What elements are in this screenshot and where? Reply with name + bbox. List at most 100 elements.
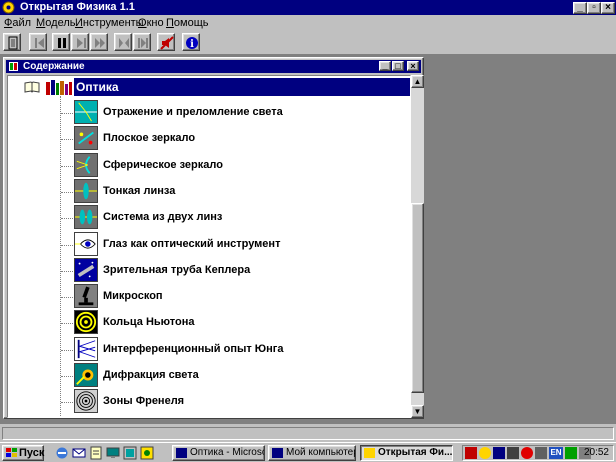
contents-title: Содержание <box>23 61 85 72</box>
restore-button[interactable]: ▫ <box>587 2 601 14</box>
tree-item-label: Интерференционный опыт Юнга <box>103 342 284 355</box>
app-icon[interactable] <box>2 1 15 14</box>
tree-root-label[interactable]: Оптика <box>74 78 410 96</box>
tree-branch-line <box>61 376 73 377</box>
pause-button[interactable] <box>52 33 70 51</box>
quick-launch-app-icon[interactable] <box>140 446 154 460</box>
outlook-express-icon[interactable] <box>72 446 86 460</box>
scroll-down-arrow-icon[interactable]: ▼ <box>411 405 424 418</box>
tree-item[interactable]: Зрительная труба Кеплера <box>8 257 410 284</box>
scroll-up-arrow-icon[interactable]: ▲ <box>411 75 424 88</box>
contents-scrollbar[interactable]: ▲ ▼ <box>411 75 424 418</box>
contents-window: Содержание _ □ × Оптика Отражение и прел… <box>3 57 424 419</box>
tree-branch-line <box>61 113 73 114</box>
notepad-icon[interactable] <box>89 446 103 460</box>
back-button[interactable] <box>29 33 47 51</box>
clock[interactable]: 20:52 <box>584 446 609 460</box>
window-title: Открытая Физика 1.1 <box>20 1 135 13</box>
menu-item-2[interactable]: Инструменты <box>75 16 144 30</box>
status-bar <box>0 425 616 442</box>
step-forward-button[interactable] <box>71 33 89 51</box>
menu-item-1[interactable]: Модель <box>36 16 76 30</box>
tray-language-indicator[interactable]: EN <box>549 447 563 459</box>
exit-button[interactable] <box>3 33 21 51</box>
tray-volume-icon[interactable] <box>535 447 547 459</box>
menu-item-3[interactable]: Окно <box>138 16 164 30</box>
internet-explorer-icon[interactable] <box>55 446 69 460</box>
menu-accelerator: О <box>138 17 147 29</box>
tree-root-row[interactable]: Оптика <box>8 76 410 98</box>
tree-item[interactable]: Кольца Ньютона <box>8 310 410 336</box>
tree-item[interactable]: Плоское зеркало <box>8 126 410 152</box>
fast-forward-button[interactable] <box>90 33 108 51</box>
scroll-thumb[interactable] <box>411 203 424 393</box>
info-icon: i <box>186 37 198 50</box>
tree-item[interactable]: Дифракция света <box>8 363 410 389</box>
step-forward-icon <box>77 38 86 48</box>
restart-icon <box>119 38 129 48</box>
info-button[interactable]: i <box>182 33 200 51</box>
tree-item[interactable]: Интерференционный опыт Юнга <box>8 336 410 363</box>
plane-mirror-icon <box>74 126 98 151</box>
menu-accelerator: М <box>36 17 46 29</box>
library-icon <box>46 80 72 95</box>
restart-button[interactable] <box>114 33 132 51</box>
menu-item-0[interactable]: Файл <box>4 16 31 30</box>
tree-item-label: Плоское зеркало <box>103 132 196 145</box>
channels-icon[interactable] <box>123 446 137 460</box>
start-label: Пуск <box>19 447 45 459</box>
taskbar-button-label: Оптика - Microso... <box>190 447 264 458</box>
tree-item[interactable]: Сферическое зеркало <box>8 152 410 179</box>
tree-item[interactable]: Микроскоп <box>8 284 410 310</box>
exit-icon <box>8 36 18 50</box>
start-button[interactable]: Пуск <box>2 445 44 461</box>
step-end-button[interactable] <box>133 33 151 51</box>
tree-item[interactable]: Отражение и преломление света <box>8 100 410 126</box>
tree-item[interactable]: Тонкая линза <box>8 178 410 205</box>
title-bar[interactable]: Открытая Физика 1.1 _ ▫ × <box>0 0 616 15</box>
menu-item-label: одель <box>45 17 76 29</box>
contents-close-button[interactable]: × <box>407 61 419 71</box>
menu-item-label: нструменты <box>82 17 144 29</box>
tray-app-icon[interactable] <box>465 447 477 459</box>
minimize-button[interactable]: _ <box>573 2 587 14</box>
tree-item[interactable]: Глаз как оптический инструмент <box>8 231 410 258</box>
menu-item-4[interactable]: Помощь <box>166 16 209 30</box>
tree-item[interactable]: Система из двух линз <box>8 205 410 231</box>
tray-monitor-icon[interactable] <box>507 447 519 459</box>
contents-title-bar[interactable]: Содержание _ □ × <box>6 60 421 73</box>
toolbar: i <box>0 32 616 52</box>
fast-forward-icon <box>95 38 105 48</box>
tray-display-icon[interactable] <box>493 447 505 459</box>
tray-antivirus-icon[interactable] <box>521 447 533 459</box>
task-window-icon <box>176 448 187 458</box>
taskbar-button[interactable]: Открытая Фи... <box>360 445 453 461</box>
desktop-icon[interactable] <box>106 446 120 460</box>
reflection-refraction-icon <box>74 100 98 124</box>
tree-item-label: Кольца Ньютона <box>103 316 195 329</box>
contents-minimize-button[interactable]: _ <box>379 61 391 71</box>
tree-item-label: Тонкая линза <box>103 184 176 197</box>
tray-physics-icon[interactable] <box>479 447 491 459</box>
taskbar-button-label: Открытая Фи... <box>378 447 453 458</box>
tree-item-label: Система из двух линз <box>103 211 223 224</box>
system-tray: EN 20:52 <box>462 445 614 461</box>
tree-branch-line <box>61 323 73 325</box>
young-interference-icon <box>74 336 98 361</box>
windows-logo-icon <box>6 448 17 457</box>
contents-maximize-button[interactable]: □ <box>392 61 404 71</box>
tree-branch-line <box>61 349 73 351</box>
pause-icon <box>58 38 66 48</box>
tree-item-label: Зоны Френеля <box>103 395 185 408</box>
tree-item-label: Дифракция света <box>103 369 199 381</box>
svg-text:i: i <box>190 39 194 50</box>
taskbar-button[interactable]: Оптика - Microso... <box>172 445 265 461</box>
sound-off-button[interactable] <box>157 33 175 51</box>
contents-tree: Оптика Отражение и преломление света Плос… <box>7 75 411 418</box>
taskbar-button[interactable]: Мой компьютер <box>268 445 356 461</box>
tree-item[interactable]: Зоны Френеля <box>8 389 410 415</box>
tray-network-icon[interactable] <box>565 447 577 459</box>
close-button[interactable]: × <box>601 2 615 14</box>
menu-accelerator: И <box>75 17 83 29</box>
status-field <box>2 427 614 440</box>
